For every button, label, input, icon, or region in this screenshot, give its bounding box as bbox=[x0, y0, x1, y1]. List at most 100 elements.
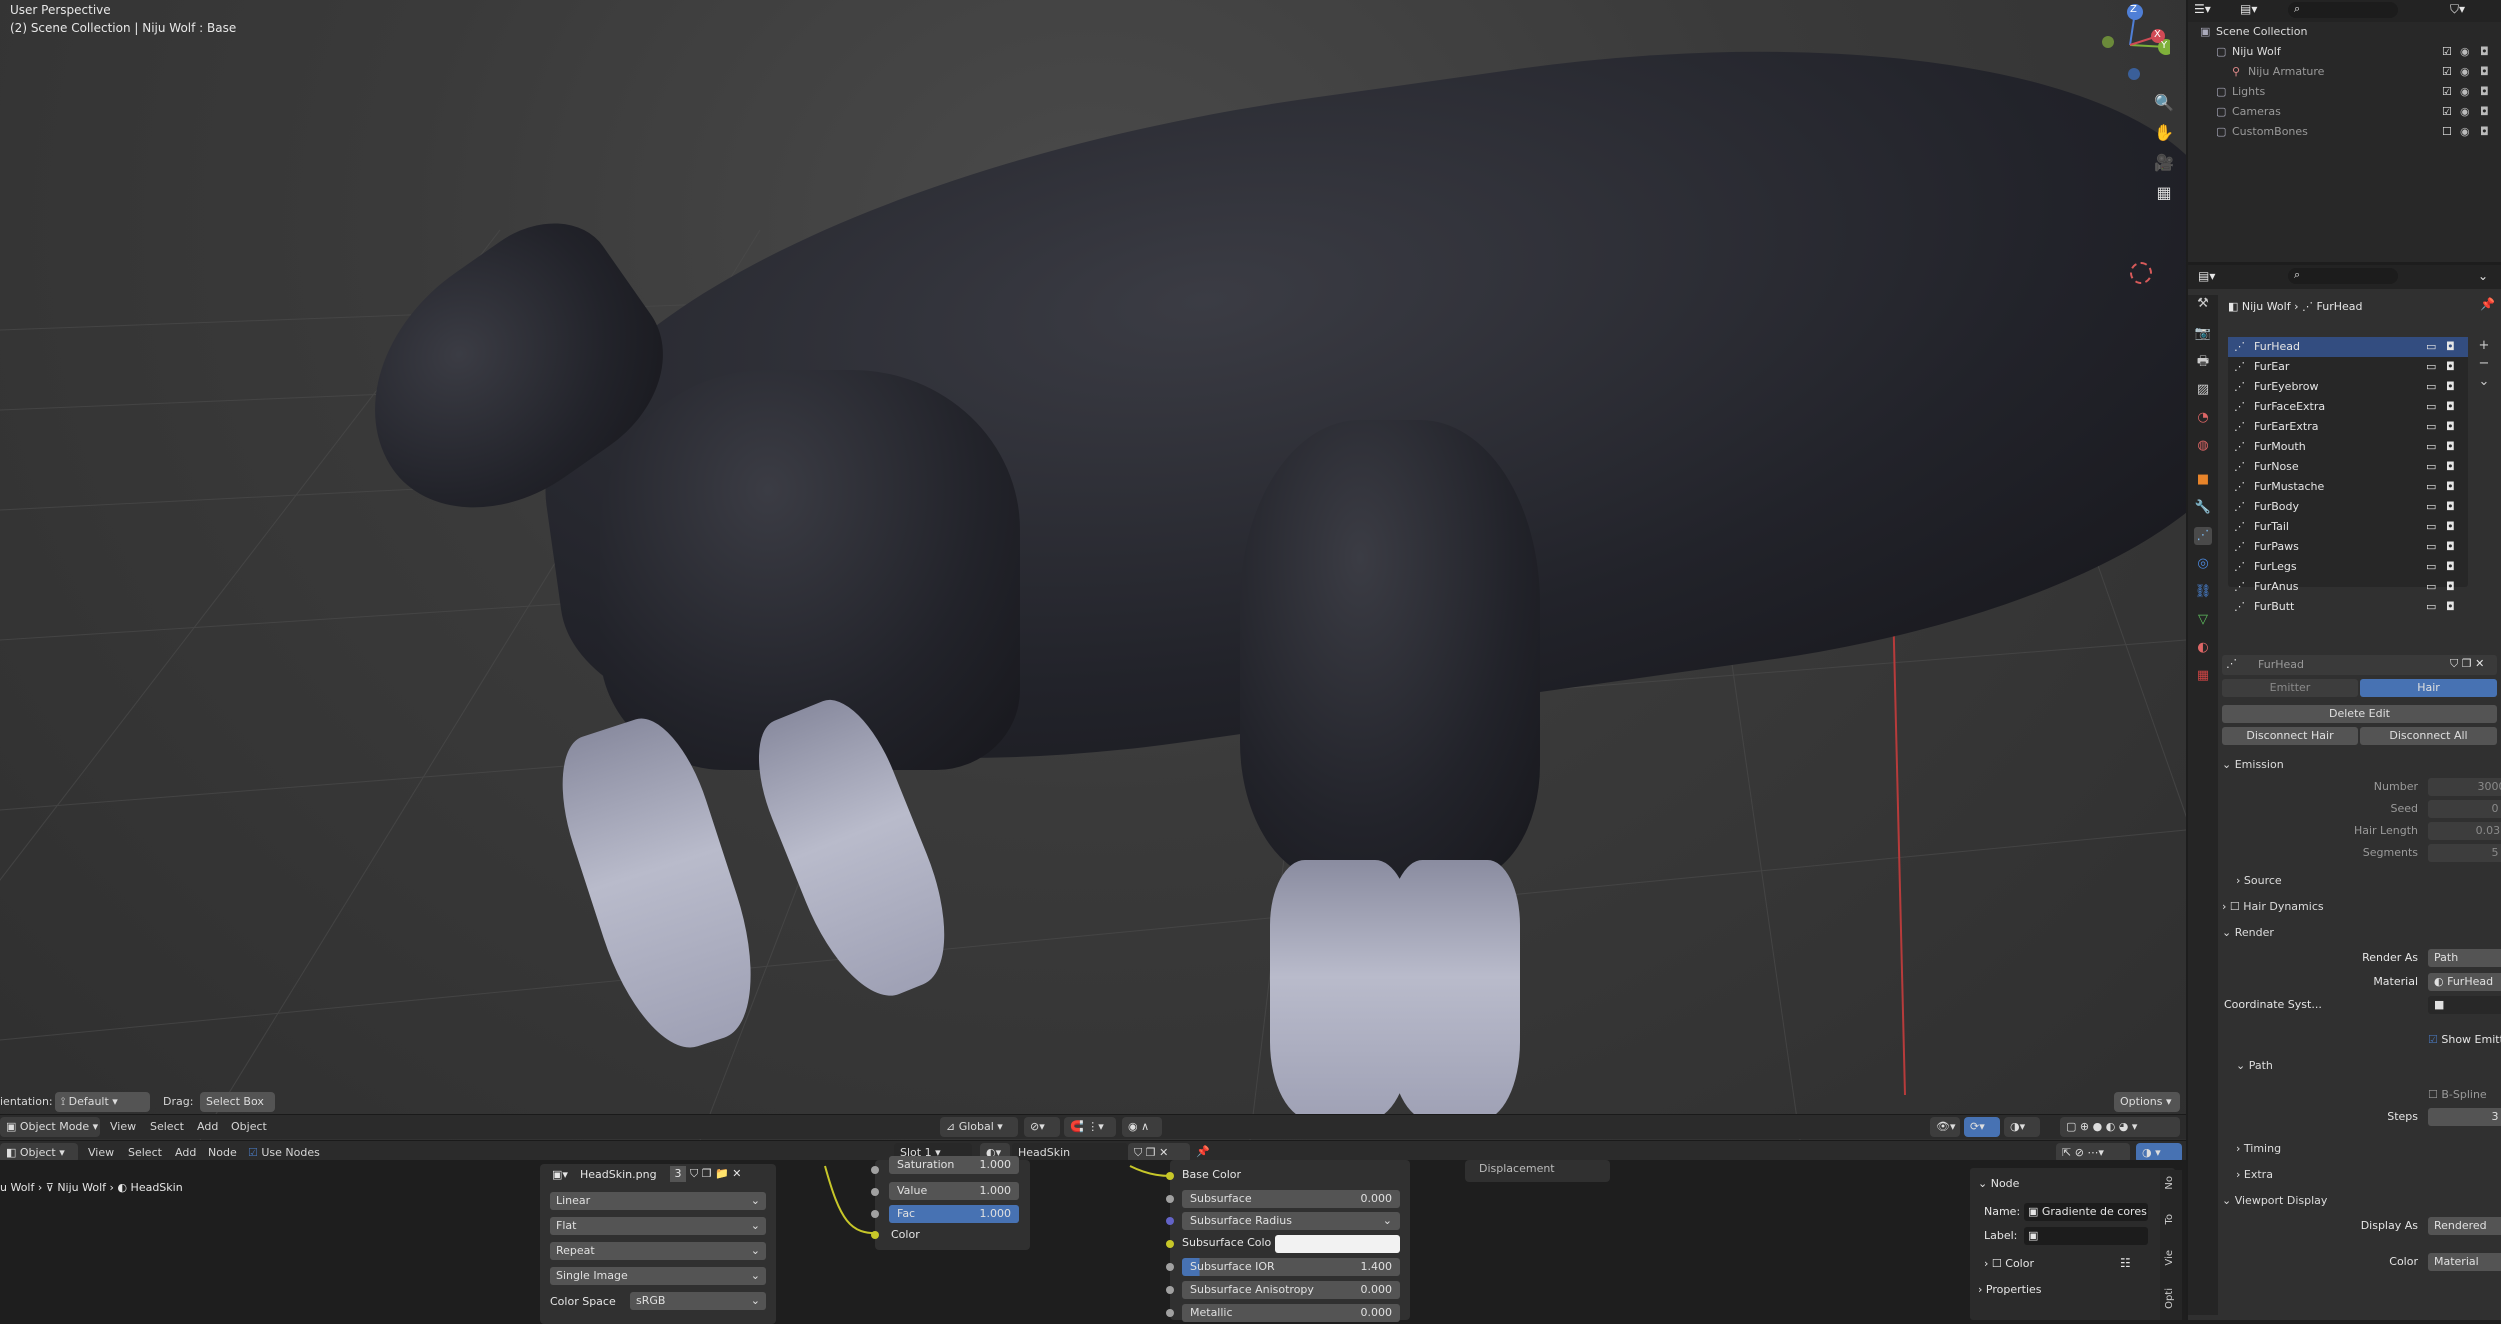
outliner-item[interactable]: ▢ CustomBones ☐ ◉ ◘ bbox=[2188, 122, 2501, 142]
steps-field[interactable]: 3 bbox=[2428, 1108, 2501, 1126]
checkbox-checked-icon[interactable]: ☑ bbox=[2442, 82, 2452, 102]
eye-icon[interactable]: ◉ bbox=[2460, 122, 2470, 142]
scene-tab-icon[interactable]: ◔ bbox=[2194, 409, 2212, 427]
outliner-item[interactable]: ⚲ Niju Armature ☑ ◉ ◘ bbox=[2188, 62, 2501, 82]
render-camera-icon[interactable]: ◘ bbox=[2446, 457, 2455, 477]
show-emitter-checkbox[interactable]: ☑ Show Emitter bbox=[2428, 1030, 2501, 1050]
render-section-header[interactable]: ⌄ Render bbox=[2222, 921, 2497, 945]
principled-bsdf-node[interactable]: Base Color Subsurface 0.000 Subsurface Ra… bbox=[1166, 1160, 1410, 1322]
subsurface-radius-dropdown[interactable]: Subsurface Radius ⌄ bbox=[1182, 1212, 1400, 1230]
gizmo-toggle-icon[interactable]: ⟳▾ bbox=[1964, 1117, 2000, 1137]
bspline-checkbox[interactable]: ☐ B-Spline bbox=[2428, 1085, 2487, 1105]
disconnect-hair-button[interactable]: Disconnect Hair bbox=[2222, 727, 2358, 745]
subsurface-anisotropy-field[interactable]: Subsurface Anisotropy 0.000 bbox=[1182, 1281, 1400, 1299]
pin-icon[interactable]: 📌 bbox=[2480, 297, 2495, 311]
outliner-item[interactable]: ▢ Lights ☑ ◉ ◘ bbox=[2188, 82, 2501, 102]
particle-system-item[interactable]: ⋰ FurFaceExtra ▭ ◘ bbox=[2228, 397, 2468, 417]
render-camera-icon[interactable]: ◘ bbox=[2446, 537, 2455, 557]
overlay-toggle-icon[interactable]: ◑▾ bbox=[2004, 1117, 2040, 1137]
render-camera-icon[interactable]: ◘ bbox=[2480, 42, 2489, 62]
output-tab-icon[interactable]: 🖶 bbox=[2194, 353, 2212, 371]
pivot-icon[interactable]: ⊘▾ bbox=[1024, 1117, 1060, 1137]
particle-system-item[interactable]: ⋰ FurNose ▭ ◘ bbox=[2228, 457, 2468, 477]
checkbox-checked-icon[interactable]: ☑ bbox=[2442, 62, 2452, 82]
chevron-down-icon[interactable]: ⌄ bbox=[2478, 269, 2488, 283]
hair-length-field[interactable]: 0.03 m bbox=[2428, 822, 2501, 840]
display-mode-icon[interactable]: ▤▾ bbox=[2240, 2, 2257, 16]
input-socket[interactable] bbox=[871, 1231, 879, 1239]
render-camera-icon[interactable]: ◘ bbox=[2446, 357, 2455, 377]
render-camera-icon[interactable]: ◘ bbox=[2446, 397, 2455, 417]
sidebar-tab-options[interactable]: Opti bbox=[2164, 1288, 2175, 1309]
3d-viewport[interactable]: User Perspective (2) Scene Collection | … bbox=[0, 0, 2186, 1140]
render-camera-icon[interactable]: ◘ bbox=[2446, 337, 2455, 357]
render-camera-icon[interactable]: ◘ bbox=[2480, 102, 2489, 122]
add-menu[interactable]: Add bbox=[197, 1120, 218, 1133]
viewport-display-icon[interactable]: ▭ bbox=[2426, 537, 2436, 557]
render-camera-icon[interactable]: ◘ bbox=[2480, 62, 2489, 82]
particle-system-item[interactable]: ⋰ FurAnus ▭ ◘ bbox=[2228, 577, 2468, 597]
emitter-tab[interactable]: Emitter bbox=[2222, 679, 2358, 697]
view-layer-tab-icon[interactable]: ▨ bbox=[2194, 381, 2212, 399]
particle-system-item[interactable]: ⋰ FurEar ▭ ◘ bbox=[2228, 357, 2468, 377]
viewport-display-icon[interactable]: ▭ bbox=[2426, 597, 2436, 617]
input-socket[interactable] bbox=[1166, 1195, 1174, 1203]
tool-tab-icon[interactable]: ⚒ bbox=[2194, 295, 2212, 313]
chevron-down-icon[interactable]: ⌄ bbox=[2474, 373, 2494, 391]
world-tab-icon[interactable]: ◍ bbox=[2194, 437, 2212, 455]
pin-icon[interactable]: 📌 bbox=[1196, 1145, 1210, 1158]
viewport-display-icon[interactable]: ▭ bbox=[2426, 337, 2436, 357]
extra-subsection[interactable]: › Extra bbox=[2236, 1163, 2486, 1187]
source-subsection[interactable]: › Source bbox=[2236, 869, 2486, 893]
displacement-node[interactable]: Displacement bbox=[1465, 1160, 1610, 1182]
particle-settings-datablock[interactable]: ⋰ FurHead ⛉ ❐ ✕ bbox=[2222, 655, 2497, 675]
select-menu[interactable]: Select bbox=[150, 1120, 184, 1133]
node-select-menu[interactable]: Select bbox=[128, 1146, 162, 1159]
sidebar-tab-tool[interactable]: To bbox=[2164, 1214, 2175, 1225]
input-socket[interactable] bbox=[1166, 1309, 1174, 1317]
viewport-display-icon[interactable]: ▭ bbox=[2426, 437, 2436, 457]
viewport-display-icon[interactable]: ▭ bbox=[2426, 357, 2436, 377]
render-camera-icon[interactable]: ◘ bbox=[2446, 597, 2455, 617]
properties-panel-header[interactable]: › Properties bbox=[1978, 1280, 2042, 1300]
number-field[interactable]: 30000 bbox=[2428, 778, 2501, 796]
eye-icon[interactable]: ◉ bbox=[2460, 102, 2470, 122]
path-subsection[interactable]: ⌄ Path bbox=[2236, 1054, 2486, 1078]
particle-system-item[interactable]: ⋰ FurBody ▭ ◘ bbox=[2228, 497, 2468, 517]
transform-orientation-dropdown[interactable]: ⊿ Global ▾ bbox=[940, 1117, 1018, 1137]
display-as-dropdown[interactable]: Rendered⌄ bbox=[2428, 1217, 2501, 1235]
snap-icon[interactable]: 🧲 ⋮▾ bbox=[1064, 1117, 1116, 1137]
object-tab-icon[interactable]: ■ bbox=[2194, 471, 2212, 489]
particle-system-item[interactable]: ⋰ FurLegs ▭ ◘ bbox=[2228, 557, 2468, 577]
segments-field[interactable]: 5 bbox=[2428, 844, 2501, 862]
render-camera-icon[interactable]: ◘ bbox=[2446, 577, 2455, 597]
particle-system-item[interactable]: ⋰ FurMustache ▭ ◘ bbox=[2228, 477, 2468, 497]
particle-system-item[interactable]: ⋰ FurMouth ▭ ◘ bbox=[2228, 437, 2468, 457]
viewport-display-icon[interactable]: ▭ bbox=[2426, 517, 2436, 537]
particle-system-item[interactable]: ⋰ FurEyebrow ▭ ◘ bbox=[2228, 377, 2468, 397]
proportional-edit-icon[interactable]: ◉ ∧ bbox=[1122, 1117, 1162, 1137]
checkbox-checked-icon[interactable]: ☑ bbox=[2442, 42, 2452, 62]
particle-system-item[interactable]: ⋰ FurEarExtra ▭ ◘ bbox=[2228, 417, 2468, 437]
eye-icon[interactable]: ◉ bbox=[2460, 42, 2470, 62]
hair-dynamics-section[interactable]: › ☐ Hair Dynamics bbox=[2222, 895, 2497, 919]
checkbox-checked-icon[interactable]: ☑ bbox=[2442, 102, 2452, 122]
navigation-gizmo[interactable]: Z Y X bbox=[2090, 0, 2174, 85]
material-dropdown[interactable]: ◐ FurHead⌄ bbox=[2428, 973, 2501, 991]
subsurface-field[interactable]: Subsurface 0.000 bbox=[1182, 1190, 1400, 1208]
outliner-search-input[interactable]: ⌕ bbox=[2288, 2, 2398, 18]
list-icon[interactable]: ☷ bbox=[2120, 1256, 2131, 1270]
render-camera-icon[interactable]: ◘ bbox=[2480, 82, 2489, 102]
particle-system-item[interactable]: ⋰ FurPaws ▭ ◘ bbox=[2228, 537, 2468, 557]
render-tab-icon[interactable]: 📷 bbox=[2194, 325, 2212, 343]
input-socket[interactable] bbox=[1166, 1240, 1174, 1248]
render-camera-icon[interactable]: ◘ bbox=[2446, 557, 2455, 577]
saturation-field[interactable]: Saturation 1.000 bbox=[889, 1156, 1019, 1174]
input-socket[interactable] bbox=[1166, 1217, 1174, 1225]
input-socket[interactable] bbox=[1166, 1172, 1174, 1180]
viewport-display-icon[interactable]: ▭ bbox=[2426, 497, 2436, 517]
orientation-dropdown[interactable]: ⟟ Default ▾ bbox=[55, 1092, 150, 1112]
zoom-icon[interactable]: 🔍 bbox=[2150, 88, 2178, 118]
input-socket[interactable] bbox=[871, 1210, 879, 1218]
properties-search-input[interactable]: ⌕ bbox=[2288, 268, 2398, 284]
